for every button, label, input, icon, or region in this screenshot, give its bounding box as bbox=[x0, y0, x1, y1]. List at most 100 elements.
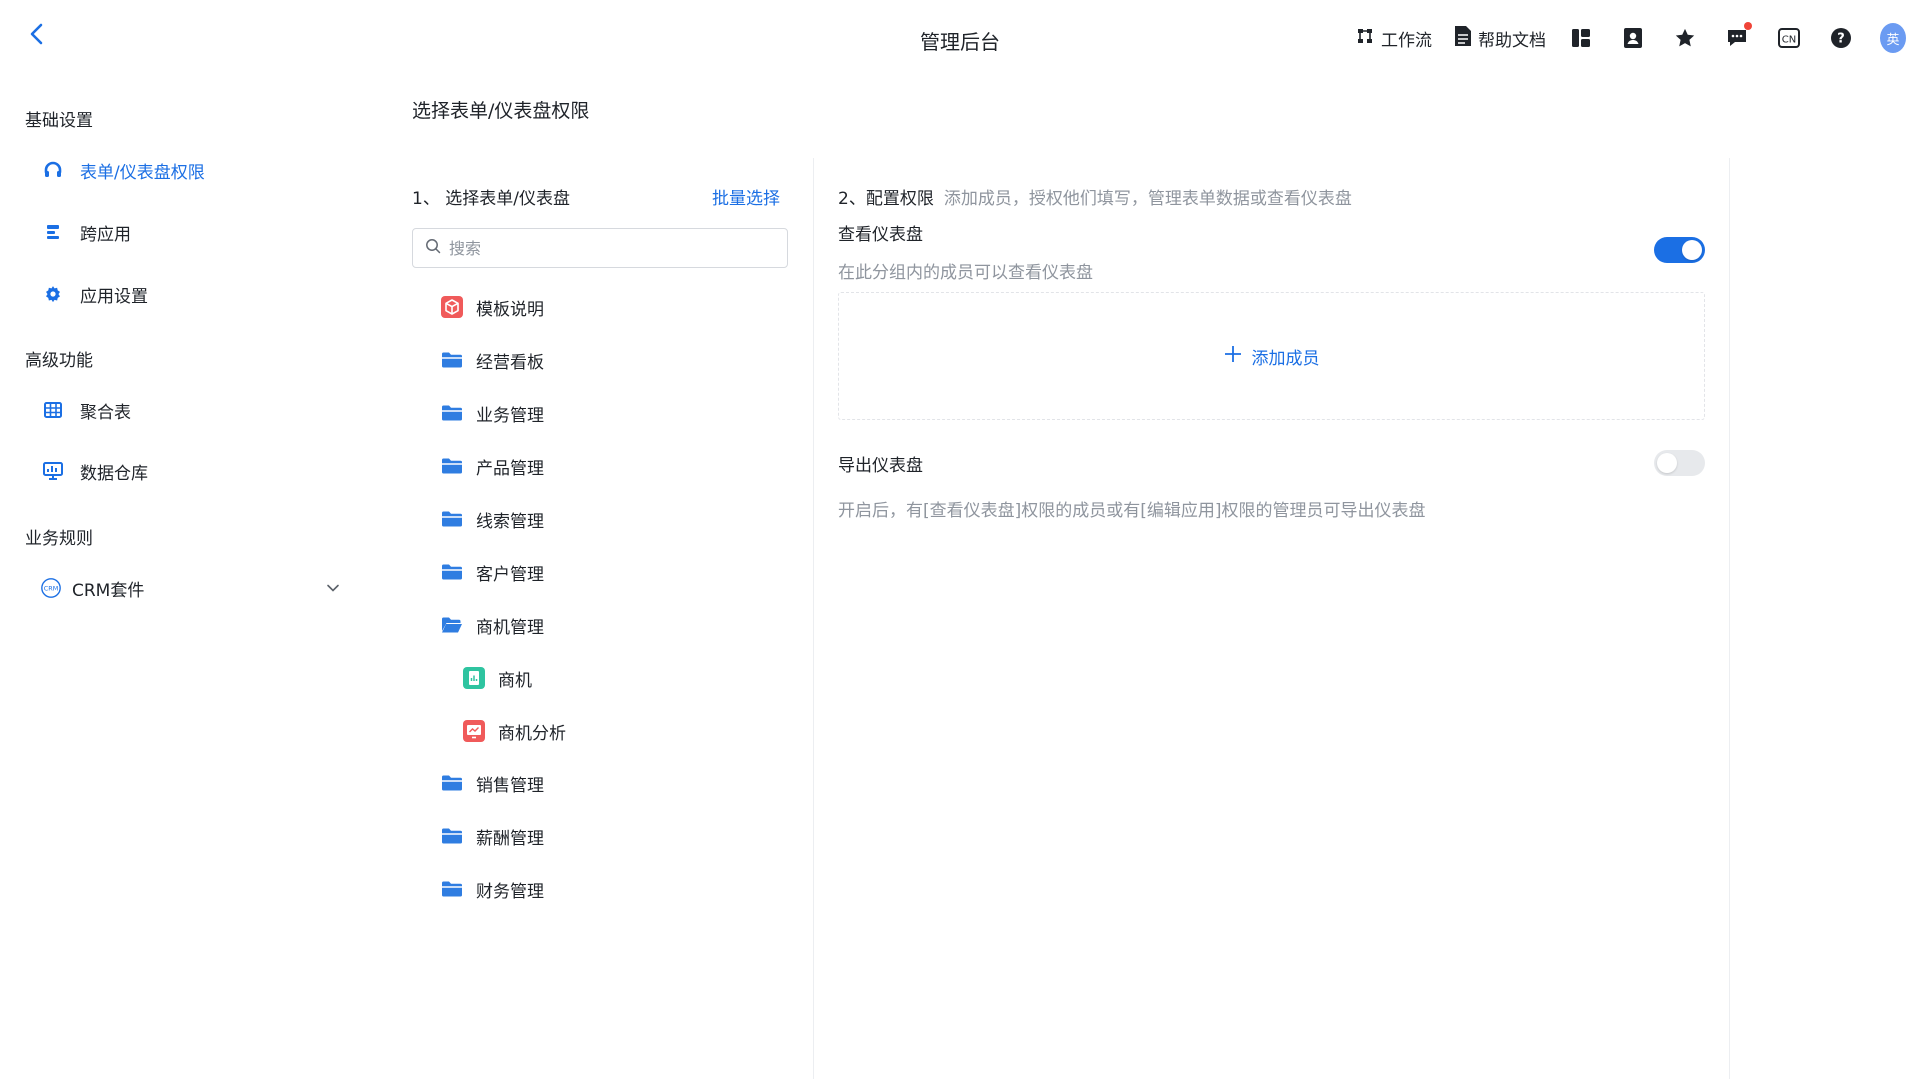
gear-icon bbox=[42, 283, 64, 305]
nav-group-basic: 基础设置 bbox=[25, 111, 93, 131]
view-dashboard-toggle[interactable] bbox=[1654, 237, 1705, 263]
view-dashboard-title: 查看仪表盘 bbox=[838, 225, 923, 245]
export-dashboard-toggle[interactable] bbox=[1654, 450, 1705, 476]
panel-divider-right bbox=[1729, 158, 1730, 1079]
sidebar-item-label: 数据仓库 bbox=[80, 463, 148, 484]
add-member-zone[interactable]: 添加成员 bbox=[838, 292, 1705, 420]
tree-item-label: 薪酬管理 bbox=[476, 828, 544, 849]
chevron-down-icon[interactable] bbox=[326, 580, 340, 600]
folder-icon bbox=[440, 507, 464, 531]
sidebar-item-app-settings[interactable]: 应用设置 bbox=[42, 278, 342, 310]
folder-icon bbox=[440, 877, 464, 901]
nav-group-business-rules: 业务规则 bbox=[25, 529, 93, 549]
star-icon[interactable] bbox=[1672, 25, 1698, 51]
plus-icon bbox=[1224, 345, 1252, 368]
svg-text:?: ? bbox=[1837, 32, 1845, 47]
tree-item-label: 财务管理 bbox=[476, 881, 544, 902]
folder-icon bbox=[440, 348, 464, 372]
folder-open-icon bbox=[440, 613, 464, 637]
cross-app-icon bbox=[42, 221, 64, 243]
sidebar-item-label: CRM套件 bbox=[72, 580, 145, 601]
folder-icon bbox=[440, 401, 464, 425]
select-form-heading: 1、 选择表单/仪表盘 bbox=[412, 189, 570, 209]
help-docs-label: 帮助文档 bbox=[1478, 30, 1546, 51]
tree-item-form[interactable]: 商机 bbox=[462, 663, 762, 693]
tree-item-label: 商机分析 bbox=[498, 723, 566, 744]
sidebar: 基础设置 表单/仪表盘权限 跨应用 应用设置 高级功能 聚合表 数据仓库 业务规… bbox=[0, 62, 385, 1079]
tree-item-folder[interactable]: 销售管理 bbox=[440, 768, 740, 798]
user-avatar[interactable]: 英 bbox=[1880, 23, 1906, 53]
sidebar-item-label: 聚合表 bbox=[80, 402, 131, 423]
tree-item-folder[interactable]: 客户管理 bbox=[440, 557, 740, 587]
search-box[interactable] bbox=[412, 228, 788, 268]
tree-item-label: 商机管理 bbox=[476, 617, 544, 638]
document-icon bbox=[1454, 25, 1478, 52]
language-cn-icon[interactable]: CN bbox=[1776, 25, 1802, 51]
workflow-label: 工作流 bbox=[1381, 30, 1432, 51]
folder-icon bbox=[440, 771, 464, 795]
help-icon[interactable]: ? bbox=[1828, 25, 1854, 51]
tree-item-folder[interactable]: 业务管理 bbox=[440, 398, 740, 428]
tree-item-folder[interactable]: 线索管理 bbox=[440, 504, 740, 534]
svg-text:CN: CN bbox=[1782, 35, 1796, 46]
workflow-link[interactable]: 工作流 bbox=[1355, 26, 1432, 51]
view-dashboard-desc: 在此分组内的成员可以查看仪表盘 bbox=[838, 263, 1093, 283]
section-title: 选择表单/仪表盘权限 bbox=[412, 100, 590, 122]
tree-item-label: 销售管理 bbox=[476, 775, 544, 796]
headset-icon bbox=[42, 159, 64, 181]
tree-item-label: 模板说明 bbox=[476, 299, 544, 320]
crm-icon: CRM bbox=[40, 577, 62, 599]
tree-item-label: 线索管理 bbox=[476, 511, 544, 532]
sidebar-item-data-warehouse[interactable]: 数据仓库 bbox=[42, 455, 342, 487]
message-icon[interactable] bbox=[1724, 22, 1752, 51]
tree-item-label: 产品管理 bbox=[476, 458, 544, 479]
tree-item-dashboard[interactable]: 商机分析 bbox=[462, 716, 762, 746]
sidebar-item-label: 表单/仪表盘权限 bbox=[80, 162, 205, 183]
add-member-button[interactable]: 添加成员 bbox=[1224, 344, 1320, 369]
grid-table-icon bbox=[42, 399, 64, 421]
folder-icon bbox=[440, 560, 464, 584]
search-icon bbox=[425, 238, 441, 258]
nav-group-advanced: 高级功能 bbox=[25, 351, 93, 371]
sidebar-item-aggregate-table[interactable]: 聚合表 bbox=[42, 394, 342, 426]
dashboard-icon bbox=[462, 719, 486, 743]
tree-item-folder[interactable]: 产品管理 bbox=[440, 451, 740, 481]
back-arrow-icon[interactable] bbox=[26, 22, 50, 46]
monitor-chart-icon bbox=[42, 460, 64, 482]
tree-item-folder[interactable]: 财务管理 bbox=[440, 874, 740, 904]
sidebar-item-crm-suite[interactable]: CRM CRM套件 bbox=[40, 572, 340, 604]
folder-icon bbox=[440, 454, 464, 478]
config-heading-label: 2、配置权限 bbox=[838, 189, 934, 209]
svg-text:CRM: CRM bbox=[44, 584, 58, 592]
export-dashboard-desc: 开启后，有[查看仪表盘]权限的成员或有[编辑应用]权限的管理员可导出仪表盘 bbox=[838, 501, 1426, 521]
sidebar-item-label: 跨应用 bbox=[80, 224, 131, 245]
top-actions: 工作流 帮助文档 CN ? 英 bbox=[1355, 22, 1906, 54]
sidebar-item-form-dashboard-permission[interactable]: 表单/仪表盘权限 bbox=[42, 154, 342, 186]
workflow-icon bbox=[1355, 26, 1381, 51]
tree-item-label: 客户管理 bbox=[476, 564, 544, 585]
avatar: 英 bbox=[1880, 23, 1906, 53]
layout-icon[interactable] bbox=[1568, 25, 1594, 51]
tree-item-folder[interactable]: 薪酬管理 bbox=[440, 821, 740, 851]
toggle-knob bbox=[1682, 240, 1702, 260]
config-heading-hint: 添加成员，授权他们填写，管理表单数据或查看仪表盘 bbox=[943, 189, 1352, 209]
tree-item-folder[interactable]: 经营看板 bbox=[440, 345, 740, 375]
form-icon bbox=[462, 666, 486, 690]
help-docs-link[interactable]: 帮助文档 bbox=[1454, 25, 1546, 52]
toggle-knob bbox=[1657, 453, 1677, 473]
tree-item-template-notes[interactable]: 模板说明 bbox=[440, 292, 740, 322]
contacts-icon[interactable] bbox=[1620, 25, 1646, 51]
search-input[interactable] bbox=[449, 238, 769, 258]
notification-dot bbox=[1744, 22, 1752, 30]
cube-icon bbox=[440, 295, 464, 319]
top-bar: 管理后台 工作流 帮助文档 CN ? 英 bbox=[0, 0, 1920, 62]
tree-item-label: 商机 bbox=[498, 670, 532, 691]
tree-item-label: 经营看板 bbox=[476, 352, 544, 373]
sidebar-item-cross-app[interactable]: 跨应用 bbox=[42, 216, 342, 248]
batch-select-link[interactable]: 批量选择 bbox=[712, 184, 780, 209]
folder-icon bbox=[440, 824, 464, 848]
sidebar-item-label: 应用设置 bbox=[80, 286, 148, 307]
add-member-label: 添加成员 bbox=[1251, 348, 1320, 369]
tree-item-folder-open[interactable]: 商机管理 bbox=[440, 610, 740, 640]
tree-item-label: 业务管理 bbox=[476, 405, 544, 426]
